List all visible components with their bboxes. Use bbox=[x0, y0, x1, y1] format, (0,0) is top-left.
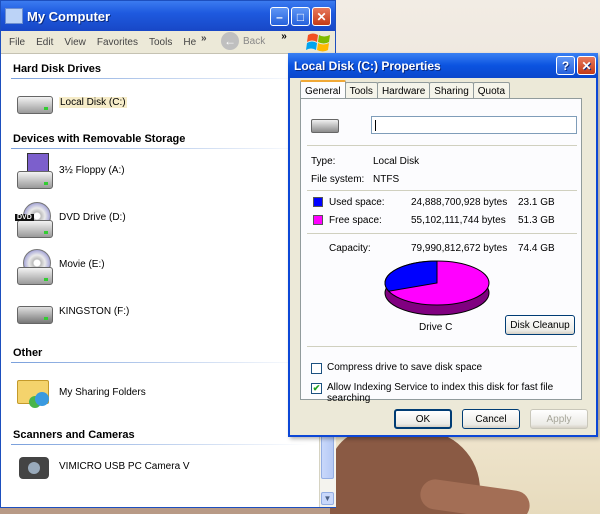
type-label: Type: bbox=[311, 156, 336, 167]
free-bytes: 55,102,111,744 bytes bbox=[411, 215, 506, 226]
cancel-button[interactable]: Cancel bbox=[462, 409, 520, 429]
tab-sharing[interactable]: Sharing bbox=[429, 82, 474, 99]
compress-checkbox[interactable] bbox=[311, 363, 322, 374]
group-heading-removable: Devices with Removable Storage bbox=[1, 127, 319, 149]
ok-button[interactable]: OK bbox=[394, 409, 452, 429]
tab-general[interactable]: General bbox=[300, 80, 346, 100]
menu-tools[interactable]: Tools bbox=[149, 37, 172, 48]
my-computer-titlebar[interactable]: My Computer – □ ✕ bbox=[1, 1, 335, 31]
my-computer-window: My Computer – □ ✕ File Edit View Favorit… bbox=[0, 0, 336, 508]
divider bbox=[307, 233, 577, 234]
group-heading-other: Other bbox=[1, 341, 319, 363]
fs-label: File system: bbox=[311, 174, 365, 185]
capacity-gb: 74.4 GB bbox=[518, 243, 555, 254]
camera-icon bbox=[15, 449, 55, 485]
used-space-swatch bbox=[313, 197, 323, 207]
minimize-button[interactable]: – bbox=[270, 7, 289, 26]
hard-drive-icon bbox=[15, 84, 55, 120]
group-heading-hard-disk: Hard Disk Drives bbox=[1, 57, 319, 79]
drive-item-f[interactable]: KINGSTON (F:) bbox=[1, 288, 319, 335]
capacity-bytes: 79,990,812,672 bytes bbox=[411, 243, 508, 254]
back-arrow-icon: ← bbox=[221, 32, 239, 50]
indexing-checkbox[interactable]: ✔ bbox=[311, 383, 322, 394]
sharing-folders-item[interactable]: My Sharing Folders bbox=[1, 361, 319, 423]
compress-label: Compress drive to save disk space bbox=[327, 362, 483, 373]
removable-drive-icon bbox=[15, 294, 55, 330]
type-value: Local Disk bbox=[373, 156, 420, 167]
camera-item[interactable]: VIMICRO USB PC Camera V bbox=[1, 443, 319, 490]
dialog-title: Local Disk (C:) Properties bbox=[294, 58, 441, 73]
tab-tools[interactable]: Tools bbox=[344, 82, 378, 99]
menu-file[interactable]: File bbox=[9, 37, 25, 48]
dialog-close-button[interactable]: ✕ bbox=[577, 56, 596, 75]
group-heading-scanners: Scanners and Cameras bbox=[1, 423, 319, 445]
tab-quota[interactable]: Quota bbox=[472, 82, 511, 99]
drive-label: Movie (E:) bbox=[59, 259, 105, 270]
maximize-button[interactable]: □ bbox=[291, 7, 310, 26]
back-label: Back bbox=[243, 35, 266, 47]
drive-label: DVD Drive (D:) bbox=[59, 212, 126, 223]
menu-favorites[interactable]: Favorites bbox=[97, 37, 138, 48]
dialog-titlebar[interactable]: Local Disk (C:) Properties ? ✕ bbox=[288, 53, 598, 78]
indexing-label: Allow Indexing Service to index this dis… bbox=[327, 382, 554, 404]
used-label: Used space: bbox=[329, 197, 385, 208]
menu-more-chevron-icon[interactable]: » bbox=[201, 33, 207, 44]
scroll-down-arrow-icon[interactable]: ▼ bbox=[321, 492, 334, 505]
dvd-drive-icon: DVD bbox=[15, 200, 55, 238]
dvd-tag: DVD bbox=[15, 213, 34, 221]
drive-label: 3½ Floppy (A:) bbox=[59, 165, 125, 176]
menu-edit[interactable]: Edit bbox=[36, 37, 53, 48]
used-gb: 23.1 GB bbox=[518, 197, 555, 208]
drive-label: KINGSTON (F:) bbox=[59, 306, 130, 317]
drive-list: Hard Disk Drives Local Disk (C:) Devices… bbox=[1, 57, 319, 507]
back-button[interactable]: ← Back » bbox=[221, 31, 287, 50]
fs-value: NTFS bbox=[373, 174, 400, 185]
my-computer-icon bbox=[5, 8, 23, 24]
drive-item-e[interactable]: Movie (E:) bbox=[1, 241, 319, 288]
shared-folder-icon bbox=[15, 374, 55, 410]
cd-drive-icon bbox=[15, 247, 55, 285]
disk-usage-pie-chart bbox=[384, 260, 490, 316]
drive-letter-label: Drive C bbox=[419, 322, 453, 333]
drive-icon bbox=[311, 119, 339, 133]
properties-dialog: Local Disk (C:) Properties ? ✕ General T… bbox=[288, 53, 598, 437]
toolbar-more-chevron-icon[interactable]: » bbox=[281, 31, 287, 42]
free-label: Free space: bbox=[329, 215, 382, 226]
divider bbox=[307, 145, 577, 146]
floppy-drive-icon bbox=[15, 152, 55, 189]
close-button[interactable]: ✕ bbox=[312, 7, 331, 26]
menu-help[interactable]: He bbox=[183, 37, 196, 48]
camera-label: VIMICRO USB PC Camera V bbox=[59, 461, 190, 472]
drive-label: Local Disk (C:) bbox=[59, 96, 127, 108]
drive-item-a[interactable]: 3½ Floppy (A:) bbox=[1, 147, 319, 194]
windows-logo-icon bbox=[306, 33, 330, 52]
drive-item-d[interactable]: DVD DVD Drive (D:) bbox=[1, 194, 319, 241]
used-bytes: 24,888,700,928 bytes bbox=[411, 197, 508, 208]
window-title: My Computer bbox=[27, 8, 111, 24]
folder-label: My Sharing Folders bbox=[59, 386, 146, 398]
volume-name-input[interactable] bbox=[371, 116, 577, 134]
capacity-label: Capacity: bbox=[329, 243, 371, 254]
tab-hardware[interactable]: Hardware bbox=[376, 82, 431, 99]
free-space-swatch bbox=[313, 215, 323, 225]
menu-view[interactable]: View bbox=[64, 37, 86, 48]
disk-cleanup-button[interactable]: Disk Cleanup bbox=[505, 315, 575, 335]
menu-bar: File Edit View Favorites Tools He » ← Ba… bbox=[1, 31, 335, 54]
free-gb: 51.3 GB bbox=[518, 215, 555, 226]
text-caret bbox=[375, 120, 376, 131]
help-button[interactable]: ? bbox=[556, 56, 575, 75]
divider bbox=[307, 346, 577, 347]
general-tab-panel: Type: Local Disk File system: NTFS Used … bbox=[300, 98, 582, 404]
divider bbox=[307, 190, 577, 191]
drive-item-c[interactable]: Local Disk (C:) bbox=[1, 77, 319, 127]
apply-button[interactable]: Apply bbox=[530, 409, 588, 429]
